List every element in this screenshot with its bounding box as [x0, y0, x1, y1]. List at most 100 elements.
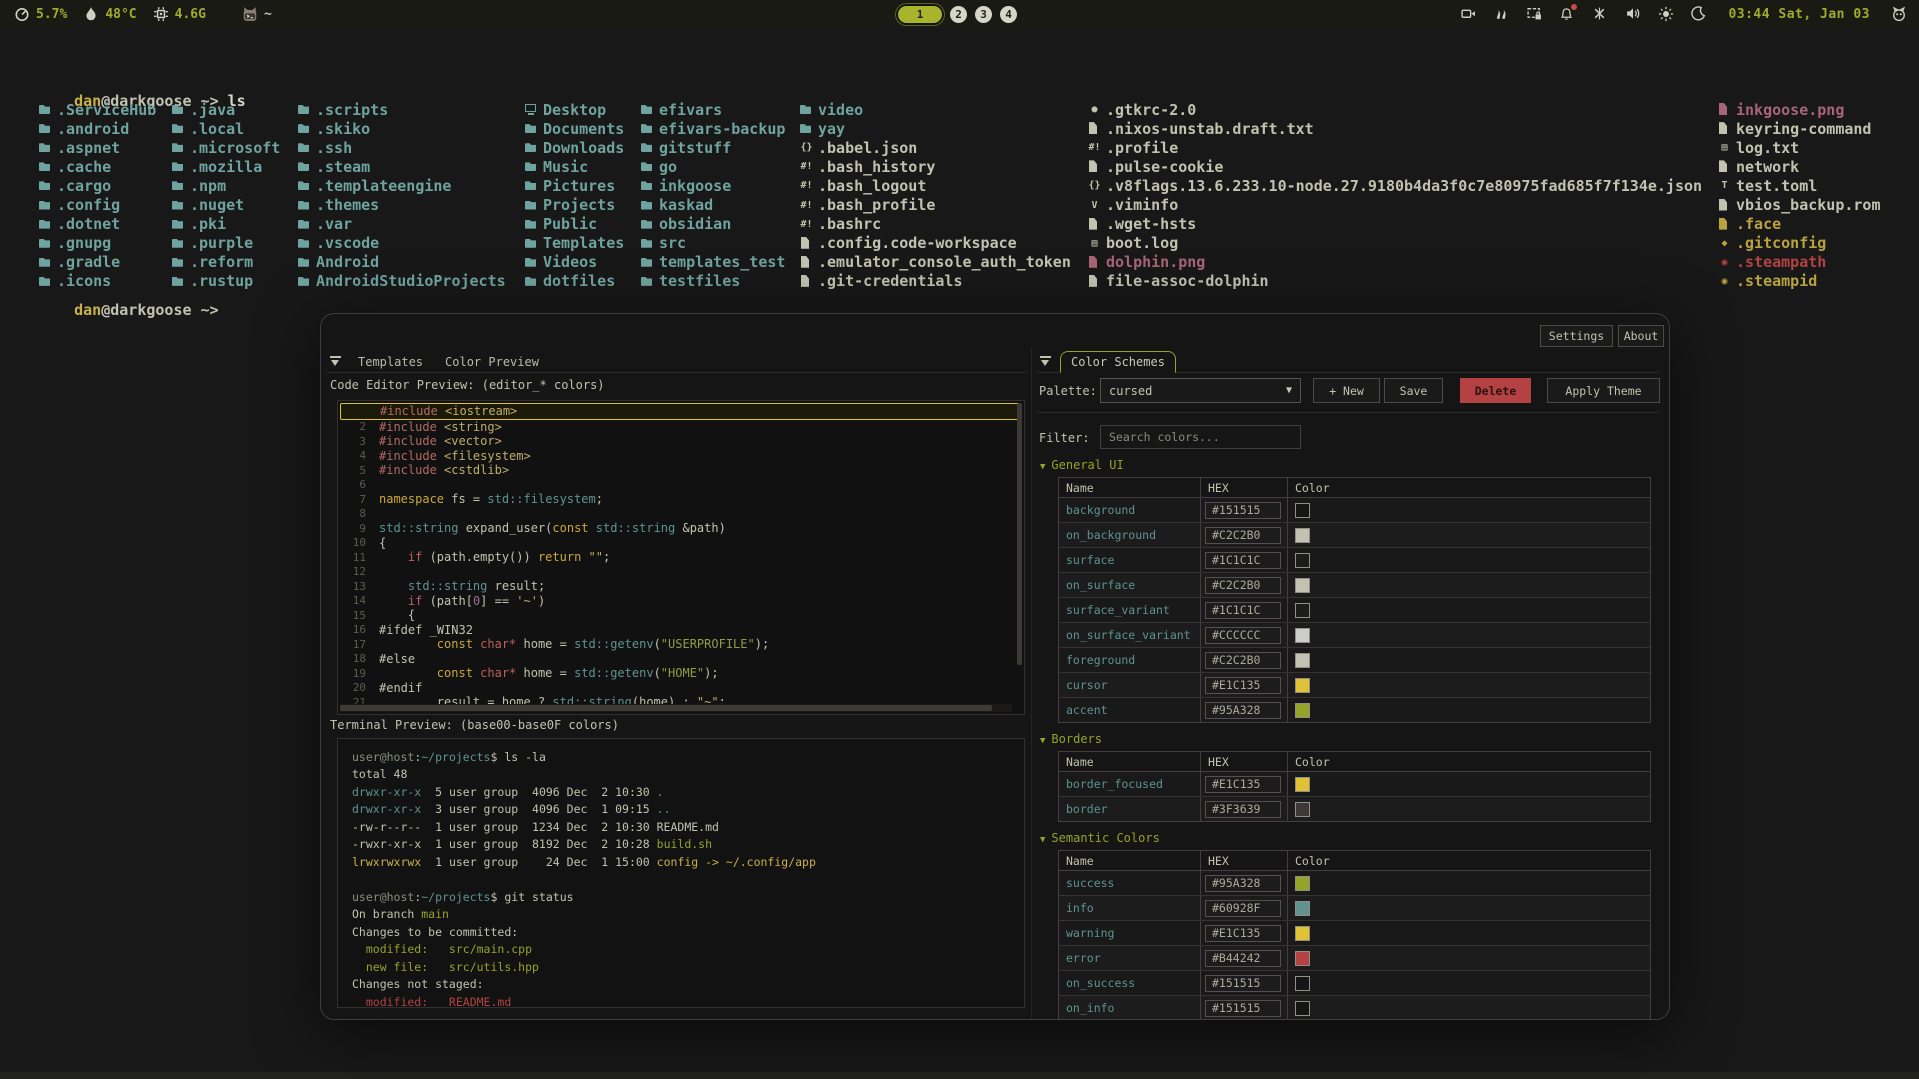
new-palette-button[interactable]: + New	[1313, 378, 1380, 403]
apply-theme-button[interactable]: Apply Theme	[1547, 378, 1660, 403]
palette-dropdown[interactable]: cursed ▼	[1100, 378, 1301, 403]
screencast-icon[interactable]	[1460, 6, 1476, 22]
volume-icon[interactable]	[1625, 6, 1641, 22]
hex-input[interactable]: #151515	[1205, 975, 1281, 992]
hex-input[interactable]: #C2C2B0	[1205, 652, 1281, 669]
tab-color-schemes[interactable]: Color Schemes	[1060, 351, 1176, 373]
hex-input[interactable]: #60928F	[1205, 900, 1281, 917]
hex-input[interactable]: #C2C2B0	[1205, 577, 1281, 594]
file-name: .viminfo	[1106, 196, 1178, 214]
color-swatch[interactable]	[1295, 876, 1310, 891]
hex-input[interactable]: #B44242	[1205, 950, 1281, 967]
hex-input[interactable]: #E1C135	[1205, 776, 1281, 793]
color-swatch[interactable]	[1295, 777, 1310, 792]
file-item: obsidian	[640, 215, 785, 234]
color-swatch[interactable]	[1295, 802, 1310, 817]
code-vertical-scrollbar[interactable]	[1017, 403, 1022, 665]
file-name: inkgoose	[659, 177, 731, 195]
color-swatch[interactable]	[1295, 951, 1310, 966]
hex-cell: #1C1C1C	[1200, 598, 1287, 622]
column-header: HEX	[1200, 478, 1287, 497]
terminal-token: lrwxrwxrwx	[352, 855, 421, 869]
file-name: .gnupg	[57, 234, 111, 252]
file-item: .aspnet	[38, 138, 156, 157]
color-name: warning	[1059, 926, 1200, 940]
collapse-triangle-icon: ▼	[1040, 736, 1045, 746]
workspace-3[interactable]: 3	[975, 6, 992, 23]
color-swatch[interactable]	[1295, 1001, 1310, 1016]
delete-button[interactable]: Delete	[1460, 378, 1531, 403]
folder-icon	[38, 237, 53, 250]
color-swatch[interactable]	[1295, 553, 1310, 568]
notification-bell-icon[interactable]	[1559, 6, 1575, 22]
clock[interactable]: 03:44 Sat, Jan 03	[1728, 7, 1870, 22]
code-line: 5#include <cstdlib>	[340, 463, 1012, 478]
code-line: 3#include <vector>	[340, 434, 1012, 449]
section-header[interactable]: ▼Borders	[1040, 732, 1661, 746]
hex-input[interactable]: #95A328	[1205, 702, 1281, 719]
hex-input[interactable]: #C2C2B0	[1205, 527, 1281, 544]
preview-tabbar: Templates Color Preview	[327, 348, 1027, 373]
code-horizontal-scrollbar[interactable]	[340, 705, 992, 711]
color-name: surface_variant	[1059, 603, 1200, 617]
hex-input[interactable]: #1C1C1C	[1205, 552, 1281, 569]
code-token: ""	[581, 550, 603, 564]
file-item: .java	[171, 100, 280, 119]
search-colors-input[interactable]: Search colors...	[1100, 425, 1301, 449]
bluetooth-off-icon[interactable]	[1592, 6, 1608, 22]
folder-icon	[799, 122, 814, 135]
save-button[interactable]: Save	[1384, 378, 1443, 403]
tab-color-preview[interactable]: Color Preview	[437, 352, 547, 372]
code-line: 13 std::string result;	[340, 579, 1012, 594]
hex-input[interactable]: #E1C135	[1205, 677, 1281, 694]
code-token: const	[552, 521, 588, 535]
tab-templates[interactable]: Templates	[350, 352, 431, 372]
color-swatch[interactable]	[1295, 628, 1310, 643]
night-light-icon[interactable]	[1691, 6, 1707, 22]
color-name: on_surface_variant	[1059, 628, 1200, 642]
active-app-indicator[interactable]: ~	[242, 6, 272, 22]
flames-icon[interactable]	[1493, 6, 1509, 22]
tray-owl-icon[interactable]	[1891, 6, 1907, 22]
file-name: .skiko	[316, 120, 370, 138]
terminal-token: modified: README.md	[352, 995, 511, 1009]
color-swatch[interactable]	[1295, 926, 1310, 941]
folder-icon	[171, 141, 186, 154]
workspace-2[interactable]: 2	[950, 6, 967, 23]
brightness-icon[interactable]	[1658, 6, 1674, 22]
color-swatch[interactable]	[1295, 976, 1310, 991]
color-swatch[interactable]	[1295, 503, 1310, 518]
color-swatch[interactable]	[1295, 578, 1310, 593]
color-swatch[interactable]	[1295, 901, 1310, 916]
settings-button[interactable]: Settings	[1540, 325, 1613, 347]
file-item: .pki	[171, 215, 280, 234]
section-header[interactable]: ▼General UI	[1040, 458, 1661, 472]
table-row: success#95A328	[1059, 871, 1650, 896]
workspace-4[interactable]: 4	[1000, 6, 1017, 23]
workspace-1[interactable]: 1	[898, 6, 942, 23]
about-button[interactable]: About	[1618, 325, 1664, 347]
code-line: 12	[340, 565, 1012, 580]
hex-input[interactable]: #1C1C1C	[1205, 602, 1281, 619]
temperature-icon	[83, 6, 99, 22]
code-token: std::getenv	[574, 637, 653, 651]
color-swatch[interactable]	[1295, 603, 1310, 618]
file-name: log.txt	[1736, 139, 1799, 157]
color-swatch[interactable]	[1295, 678, 1310, 693]
screenshot-lock-icon[interactable]	[1526, 6, 1542, 22]
color-swatch[interactable]	[1295, 703, 1310, 718]
file-item: ◉.steampid	[1717, 272, 1881, 291]
section-header[interactable]: ▼Semantic Colors	[1040, 831, 1661, 845]
color-swatch[interactable]	[1295, 528, 1310, 543]
line-number: 13	[340, 580, 366, 593]
hex-input[interactable]: #95A328	[1205, 875, 1281, 892]
code-token: char*	[480, 637, 516, 651]
file-column: efivarsefivars-backupgitstuffgoinkgoosek…	[640, 100, 785, 291]
file-item: .wget-hsts	[1087, 215, 1702, 234]
hex-input[interactable]: #151515	[1205, 502, 1281, 519]
hex-input[interactable]: #151515	[1205, 1000, 1281, 1017]
color-swatch[interactable]	[1295, 653, 1310, 668]
hex-input[interactable]: #E1C135	[1205, 925, 1281, 942]
hex-input[interactable]: #3F3639	[1205, 801, 1281, 818]
hex-input[interactable]: #CCCCCC	[1205, 627, 1281, 644]
